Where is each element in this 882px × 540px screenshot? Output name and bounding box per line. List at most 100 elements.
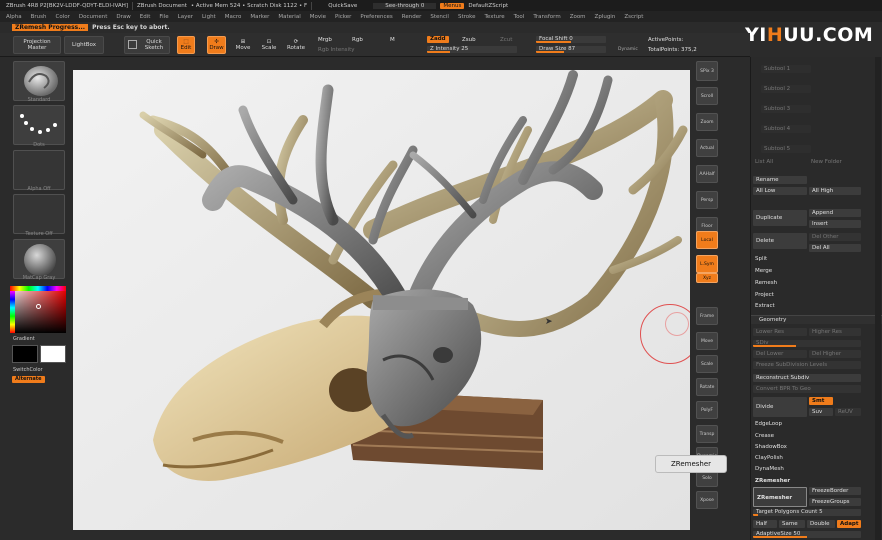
persp-icon[interactable]: Persp: [696, 191, 718, 209]
sdiv-slider[interactable]: SDiv: [753, 340, 861, 347]
reuv-toggle[interactable]: ReUV: [835, 408, 861, 416]
claypolish-menu[interactable]: ClayPolish: [755, 455, 783, 461]
zcut-button[interactable]: Zcut: [500, 37, 512, 43]
edit-button[interactable]: ⬚ Edit: [177, 36, 195, 54]
draw-button[interactable]: ✢ Draw: [207, 36, 226, 54]
menu-item[interactable]: Marker: [250, 14, 269, 20]
subtool-slot[interactable]: Subtool 5: [761, 145, 811, 153]
new-folder-button[interactable]: New Folder: [811, 159, 842, 165]
secondary-color-swatch[interactable]: [40, 345, 66, 363]
spix-icon[interactable]: SPix 3: [696, 61, 718, 81]
zremesher-header[interactable]: ZRemesher: [755, 478, 790, 484]
menu-item[interactable]: Zoom: [570, 14, 586, 20]
menu-item[interactable]: Color: [56, 14, 70, 20]
menu-item[interactable]: Preferences: [360, 14, 392, 20]
convert-bpr-button[interactable]: Convert BPR To Geo: [753, 385, 861, 393]
hue-strip-vertical[interactable]: [10, 291, 15, 333]
menu-item[interactable]: Render: [402, 14, 422, 20]
rgb-button[interactable]: Rgb: [352, 37, 363, 43]
del-all-button[interactable]: Del All: [809, 244, 861, 252]
crease-menu[interactable]: Crease: [755, 433, 774, 439]
seethrough-slider[interactable]: See-through 0: [373, 2, 437, 9]
material-thumbnail[interactable]: [13, 239, 65, 279]
default-zscript-button[interactable]: DefaultZScript: [468, 3, 508, 9]
menu-item[interactable]: Zplugin: [595, 14, 616, 20]
z-intensity-slider[interactable]: Z Intensity 25: [427, 46, 517, 53]
switch-color-button[interactable]: SwitchColor: [13, 367, 65, 373]
alpha-thumbnail[interactable]: [13, 150, 65, 190]
lower-res-button[interactable]: Lower Res: [753, 328, 807, 336]
del-higher-button[interactable]: Del Higher: [809, 350, 861, 358]
del-other-button[interactable]: Del Other: [809, 233, 861, 241]
split-menu[interactable]: Split: [755, 256, 767, 262]
frame-icon[interactable]: Frame: [696, 307, 718, 325]
higher-res-button[interactable]: Higher Res: [809, 328, 861, 336]
merge-menu[interactable]: Merge: [755, 268, 772, 274]
menu-item[interactable]: Stencil: [430, 14, 449, 20]
move-icon[interactable]: Move: [696, 332, 718, 350]
menu-item[interactable]: Brush: [31, 14, 47, 20]
scale-button[interactable]: ⊡ Scale: [259, 36, 279, 54]
del-lower-button[interactable]: Del Lower: [753, 350, 807, 358]
shadowbox-menu[interactable]: ShadowBox: [755, 444, 787, 450]
adapt-toggle[interactable]: Adapt: [837, 520, 861, 528]
menu-item[interactable]: Layer: [178, 14, 193, 20]
remesh-menu[interactable]: Remesh: [755, 280, 777, 286]
aahalf-icon[interactable]: AAHalf: [696, 165, 718, 183]
lsym-icon[interactable]: L.Sym: [696, 255, 718, 273]
menu-item[interactable]: Tool: [514, 14, 525, 20]
adaptive-size-slider[interactable]: AdaptiveSize 50: [753, 531, 861, 538]
color-picker[interactable]: [10, 286, 66, 333]
hue-strip[interactable]: [10, 286, 66, 291]
suv-toggle[interactable]: Suv: [809, 408, 833, 416]
polyf-icon[interactable]: PolyF: [696, 401, 718, 419]
all-high-button[interactable]: All High: [809, 187, 861, 195]
actual-icon[interactable]: Actual: [696, 139, 718, 157]
subtool-slot[interactable]: Subtool 1: [761, 65, 811, 73]
m-button[interactable]: M: [390, 37, 395, 43]
xyz-icon[interactable]: Xyz: [696, 273, 718, 283]
menu-item[interactable]: Draw: [116, 14, 130, 20]
target-polygons-slider[interactable]: Target Polygons Count 5: [753, 509, 861, 516]
texture-thumbnail[interactable]: [13, 194, 65, 234]
freeze-border-toggle[interactable]: FreezeBorder: [809, 487, 861, 495]
append-button[interactable]: Append: [809, 209, 861, 217]
menu-item[interactable]: Transform: [533, 14, 560, 20]
zoom-icon[interactable]: Zoom: [696, 113, 718, 131]
edgeloop-menu[interactable]: EdgeLoop: [755, 421, 782, 427]
local-icon[interactable]: Local: [696, 231, 718, 249]
divide-button[interactable]: Divide: [753, 397, 807, 417]
menus-button[interactable]: Menus: [440, 2, 465, 9]
menu-item[interactable]: Movie: [310, 14, 326, 20]
move-button[interactable]: ⊞ Move: [233, 36, 253, 54]
stroke-thumbnail[interactable]: [13, 105, 65, 145]
canvas-viewport[interactable]: [73, 70, 690, 530]
rgb-intensity-slider[interactable]: Rgb Intensity: [318, 47, 355, 53]
gradient-label[interactable]: Gradient: [13, 336, 65, 342]
lightbox-button[interactable]: LightBox: [64, 36, 104, 54]
zadd-button[interactable]: Zadd: [427, 36, 449, 43]
menu-item[interactable]: Stroke: [458, 14, 476, 20]
menu-item[interactable]: Texture: [485, 14, 505, 20]
menu-item[interactable]: Macro: [225, 14, 242, 20]
brush-thumbnail[interactable]: [13, 61, 65, 101]
projection-master-button[interactable]: Projection Master: [13, 36, 61, 54]
all-low-button[interactable]: All Low: [753, 187, 807, 195]
quicksave-button[interactable]: QuickSave: [316, 3, 369, 9]
delete-button[interactable]: Delete: [753, 233, 807, 249]
reconstruct-subdiv-button[interactable]: Reconstruct Subdiv: [753, 374, 861, 382]
subtool-slot[interactable]: Subtool 3: [761, 105, 811, 113]
transp-icon[interactable]: Transp: [696, 425, 718, 443]
mrgb-button[interactable]: Mrgb: [318, 37, 332, 43]
draw-size-slider[interactable]: Draw Size 87: [536, 46, 606, 53]
alternate-button[interactable]: Alternate: [12, 376, 45, 383]
main-color-swatch[interactable]: [12, 345, 38, 363]
menu-item[interactable]: Document: [79, 14, 108, 20]
insert-button[interactable]: Insert: [809, 220, 861, 228]
rotate-icon[interactable]: Rotate: [696, 378, 718, 396]
list-all-button[interactable]: List All: [755, 159, 773, 165]
menu-item[interactable]: Light: [202, 14, 216, 20]
menu-item[interactable]: File: [159, 14, 168, 20]
scale-icon[interactable]: Scale: [696, 355, 718, 373]
half-button[interactable]: Half: [753, 520, 777, 528]
